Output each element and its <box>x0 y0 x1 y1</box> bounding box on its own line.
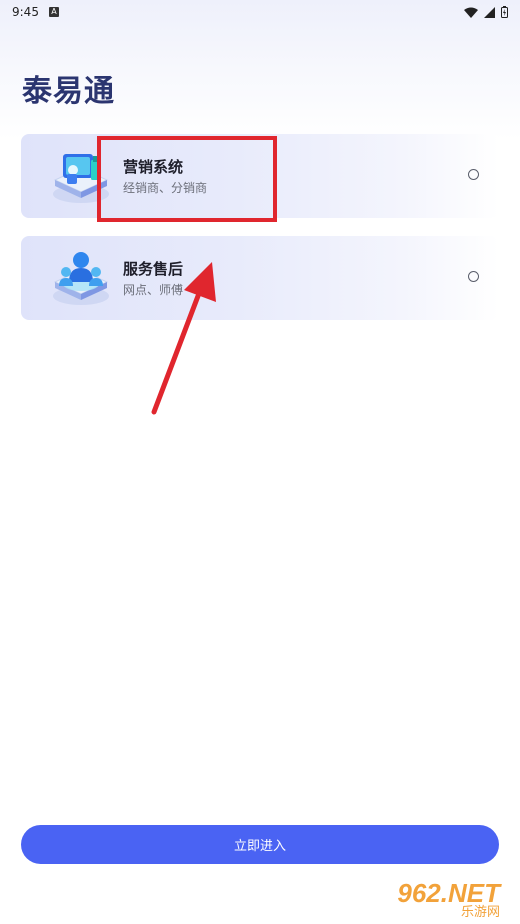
option-card-marketing[interactable]: 营销系统 经销商、分销商 <box>21 134 499 218</box>
watermark: 962.NET 乐游网 <box>379 878 514 922</box>
watermark-sub: 乐游网 <box>460 905 500 920</box>
notification-a-icon: A <box>48 7 59 17</box>
signal-icon <box>484 6 495 18</box>
option-subtitle: 经销商、分销商 <box>123 181 208 195</box>
after-sales-service-icon <box>53 252 109 305</box>
wifi-icon <box>464 7 478 18</box>
status-right <box>464 6 508 18</box>
option-card-after-sales[interactable]: 服务售后 网点、师傅 <box>21 236 499 320</box>
battery-icon <box>501 6 508 18</box>
app-title: 泰易通 <box>22 74 115 109</box>
status-time: 9:45 <box>12 5 39 19</box>
status-bar: 9:45 A <box>0 0 520 24</box>
enter-now-button[interactable]: 立即进入 <box>21 825 499 864</box>
red-arrow-icon <box>151 262 216 415</box>
option-title: 营销系统 <box>123 158 184 176</box>
option-radio-after-sales[interactable] <box>468 271 479 282</box>
status-left: 9:45 A <box>12 5 59 19</box>
marketing-system-icon <box>53 154 109 203</box>
option-radio-marketing[interactable] <box>468 169 479 180</box>
